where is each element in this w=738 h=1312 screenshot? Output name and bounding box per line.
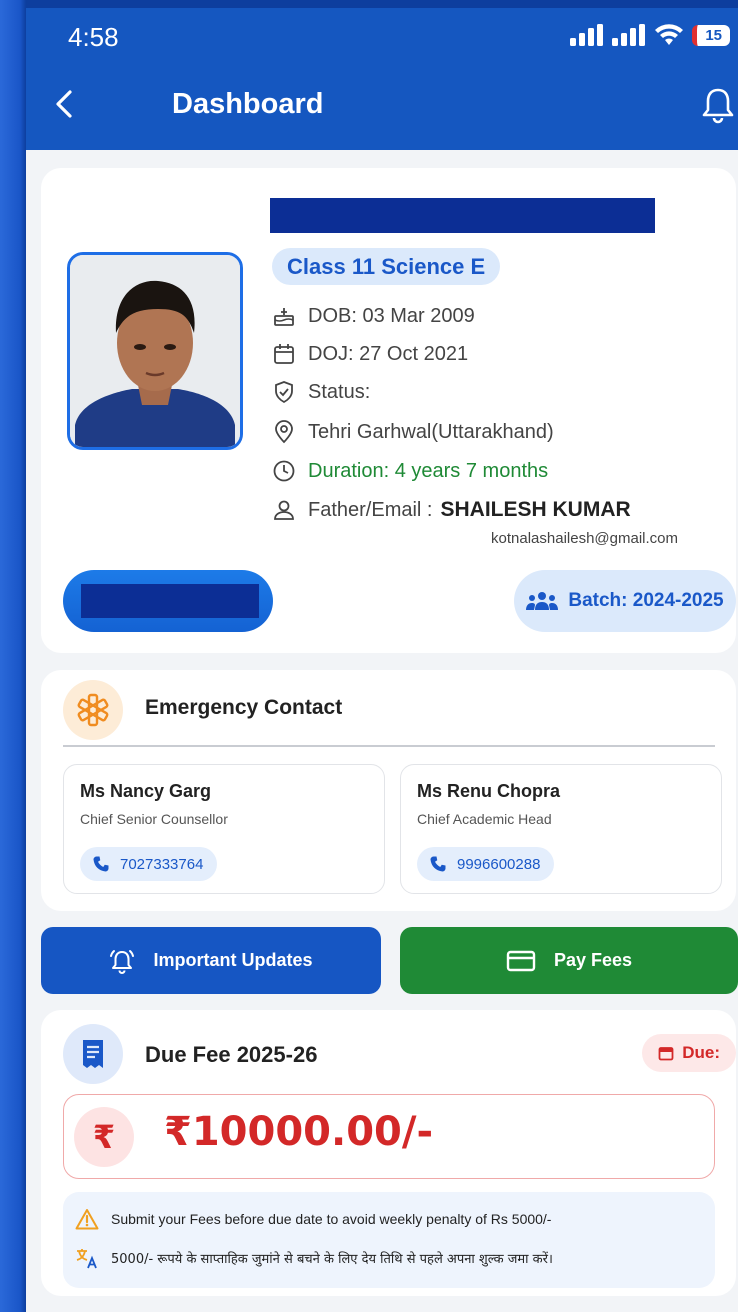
batch-text: Batch: 2024-2025	[568, 590, 724, 611]
contact-card: Ms Renu Chopra Chief Academic Head 99966…	[400, 764, 722, 894]
father-name: SHAILESH KUMAR	[440, 498, 631, 521]
page-title: Dashboard	[172, 88, 324, 120]
contact-phone-button[interactable]: 9996600288	[417, 847, 555, 881]
notifications-button[interactable]	[700, 86, 736, 124]
warning-icon	[75, 1209, 99, 1230]
important-updates-label: Important Updates	[153, 950, 313, 970]
contact-role: Chief Senior Counsellor	[80, 811, 228, 827]
due-amount: ₹10000.00/-	[164, 1109, 434, 1155]
receipt-icon-wrap	[63, 1024, 123, 1084]
button-label-redacted	[81, 584, 259, 618]
doj-text: DOJ: 27 Oct 2021	[308, 342, 469, 365]
due-label: Due:	[682, 1043, 720, 1062]
duration-row: Duration: 4 years 7 months	[272, 459, 548, 483]
father-row: Father/Email : SHAILESH KUMAR	[272, 498, 631, 522]
student-photo	[67, 252, 243, 450]
emergency-title: Emergency Contact	[145, 696, 343, 719]
notice-hi-row: 5000/- रूपये के साप्ताहिक जुमांने से बचन…	[75, 1246, 553, 1270]
signal-icon	[570, 24, 604, 46]
clock-icon	[273, 460, 295, 482]
phone-icon	[93, 856, 109, 872]
calendar-icon	[274, 344, 294, 364]
status-icons: 15	[570, 24, 730, 46]
users-icon	[526, 592, 559, 610]
batch-badge: Batch: 2024-2025	[514, 570, 736, 632]
bell-icon	[702, 88, 734, 124]
status-time: 4:58	[68, 22, 119, 52]
pay-fees-button[interactable]: Pay Fees	[400, 927, 738, 994]
user-icon	[274, 500, 294, 520]
notice-english: Submit your Fees before due date to avoi…	[111, 1211, 552, 1227]
receipt-icon	[83, 1040, 103, 1068]
duration-text: Duration: 4 years 7 months	[308, 459, 549, 482]
doj-row: DOJ: 27 Oct 2021	[272, 342, 468, 366]
battery-indicator: 15	[692, 24, 730, 46]
location-text: Tehri Garhwal(Uttarakhand)	[308, 420, 554, 443]
credit-card-icon	[506, 950, 536, 971]
dob-text: DOB: 03 Mar 2009	[308, 304, 475, 327]
amount-box: ₹ ₹10000.00/-	[63, 1094, 715, 1179]
contact-card: Ms Nancy Garg Chief Senior Counsellor 70…	[63, 764, 385, 894]
cake-icon	[274, 308, 294, 326]
emergency-contact-card: Emergency Contact Ms Nancy Garg Chief Se…	[41, 670, 736, 911]
due-fee-title: Due Fee 2025-26	[145, 1042, 318, 1067]
contact-role: Chief Academic Head	[417, 811, 552, 827]
map-pin-icon	[275, 420, 293, 444]
medical-star-icon	[77, 693, 109, 727]
status-text: Status:	[308, 380, 371, 403]
phone-screen: 4:58 15 Dashboard Class 11 Science E DOB…	[26, 8, 738, 1312]
father-label: Father/Email :	[308, 498, 433, 521]
pay-fees-label: Pay Fees	[553, 950, 633, 970]
notice-box: Submit your Fees before due date to avoi…	[63, 1192, 715, 1288]
divider	[63, 745, 715, 747]
rupee-icon: ₹	[74, 1107, 134, 1167]
dob-row: DOB: 03 Mar 2009	[272, 304, 475, 328]
contact-phone-number: 9996600288	[457, 855, 541, 873]
due-date-badge: Due:	[642, 1034, 736, 1072]
wifi-icon	[655, 24, 684, 45]
profile-card: Class 11 Science E DOB: 03 Mar 2009 DOJ:…	[41, 168, 736, 653]
emergency-icon-wrap	[63, 680, 123, 740]
student-name-redacted	[270, 198, 655, 233]
shield-check-icon	[275, 381, 293, 404]
translate-icon	[76, 1249, 97, 1269]
email-text: kotnalashailesh@gmail.com	[491, 530, 678, 547]
important-updates-button[interactable]: Important Updates	[41, 927, 381, 994]
contact-phone-button[interactable]: 7027333764	[80, 847, 218, 881]
notice-en-row: Submit your Fees before due date to avoi…	[75, 1208, 551, 1230]
avatar	[70, 255, 240, 447]
contact-phone-number: 7027333764	[120, 855, 204, 873]
signal-icon-2	[612, 24, 646, 46]
profile-action-button[interactable]	[63, 570, 273, 632]
notice-hindi: 5000/- रूपये के साप्ताहिक जुमांने से बचन…	[111, 1252, 553, 1267]
back-button[interactable]	[50, 86, 80, 122]
contact-name: Ms Renu Chopra	[417, 781, 561, 801]
calendar-icon	[658, 1047, 674, 1061]
location-row: Tehri Garhwal(Uttarakhand)	[272, 420, 554, 444]
chevron-left-icon	[56, 90, 72, 118]
contact-name: Ms Nancy Garg	[80, 781, 212, 801]
top-bar: 4:58 15 Dashboard	[26, 8, 738, 150]
class-badge: Class 11 Science E	[272, 248, 501, 285]
due-fee-card: Due Fee 2025-26 Due: ₹ ₹10000.00/- Submi…	[41, 1010, 736, 1296]
alarm-bell-icon	[110, 949, 135, 974]
status-row: Status:	[272, 380, 370, 404]
phone-icon	[430, 856, 446, 872]
